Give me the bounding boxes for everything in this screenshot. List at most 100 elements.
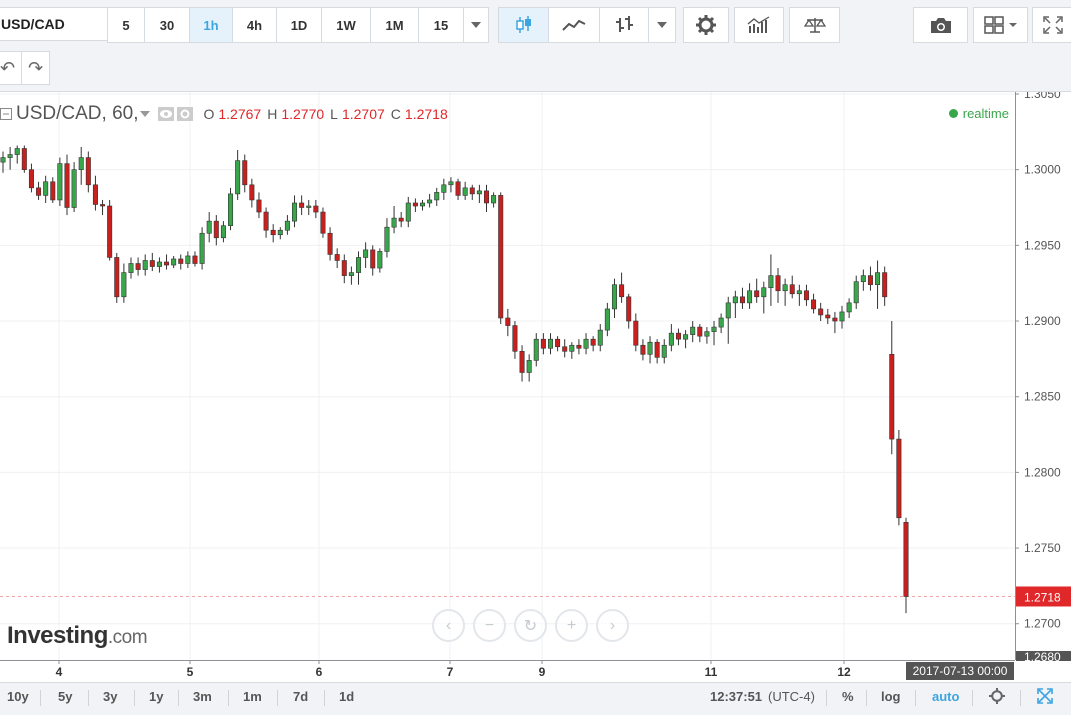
chart-area[interactable]: 1.3050 1.3000 1.2950 1.2900 1.2850 1.2800 1.27… [0, 92, 1071, 682]
candle-body [348, 272, 354, 276]
range-3y[interactable]: 3y [103, 689, 117, 704]
candle-body [164, 261, 170, 266]
divider [324, 690, 325, 706]
range-1m[interactable]: 1m [243, 689, 262, 704]
candle-body [491, 195, 497, 204]
candle-body [512, 325, 518, 352]
symbol-search-input[interactable]: USD/CAD [0, 7, 108, 41]
interval-dropdown-button[interactable] [463, 7, 489, 43]
range-5y[interactable]: 5y [58, 689, 72, 704]
candle-body [789, 284, 795, 295]
candle-body [142, 260, 148, 270]
bars-style-button[interactable] [599, 7, 649, 43]
candle-body [576, 344, 582, 349]
redo-button[interactable]: ↷ [21, 51, 50, 85]
series-title: USD/CAD, 60, [16, 103, 139, 124]
candle-body [483, 190, 490, 204]
candle-body [562, 346, 568, 352]
divider [134, 690, 135, 706]
snapshot-button[interactable] [913, 7, 968, 43]
candle-body [242, 160, 248, 186]
fullscreen-button[interactable] [1032, 7, 1071, 43]
indicators-button[interactable] [734, 7, 784, 43]
gear-icon [696, 15, 716, 35]
timezone-selector[interactable]: (UTC-4) [768, 689, 815, 704]
area-style-button[interactable] [548, 7, 600, 43]
divider [228, 690, 229, 706]
candle-body [732, 296, 738, 304]
candle-body [135, 263, 141, 270]
candle-body [448, 181, 454, 186]
interval-1m[interactable]: 1M [370, 7, 419, 43]
reset-button[interactable]: ↻ [514, 609, 547, 642]
zoom-in-button[interactable]: + [555, 609, 588, 642]
reset-icon: ↻ [523, 617, 538, 635]
candle-body [476, 190, 482, 195]
candle-body [519, 350, 525, 373]
ohlc-bars-icon [616, 16, 633, 32]
x-tick-label: 11 [705, 665, 718, 679]
candle-body [121, 272, 127, 298]
scroll-left-button[interactable]: ‹ [432, 609, 465, 642]
candle-body [377, 251, 383, 269]
caret-down-icon[interactable] [140, 111, 151, 117]
candle-body [292, 202, 298, 222]
candles-style-button[interactable] [498, 7, 549, 43]
candle-body [903, 522, 909, 597]
candle-body [85, 157, 91, 186]
candle-body [434, 192, 440, 201]
candle-body [462, 187, 468, 196]
divider [88, 690, 89, 706]
interval-1d[interactable]: 1D [276, 7, 322, 43]
redo-icon: ↷ [27, 57, 44, 78]
settings-button[interactable] [683, 7, 729, 43]
candle-body [754, 290, 760, 298]
interval-1w[interactable]: 1W [321, 7, 371, 43]
range-1y[interactable]: 1y [149, 689, 163, 704]
scroll-right-button[interactable]: › [596, 609, 629, 642]
range-7d[interactable]: 7d [293, 689, 308, 704]
candle-body [384, 226, 390, 252]
candle-body [78, 157, 84, 170]
x-tick-label: 5 [187, 665, 194, 679]
interval-4h[interactable]: 4h [232, 7, 277, 43]
candle-body [505, 317, 511, 326]
price-chart[interactable]: 1.3050 1.3000 1.2950 1.2900 1.2850 1.2800 1.27… [0, 92, 1071, 682]
divider [915, 690, 916, 706]
chart-style-dropdown[interactable] [648, 7, 676, 43]
logo-suffix: .com [107, 627, 148, 648]
fit-screen-button[interactable] [1037, 688, 1053, 707]
auto-scale-toggle[interactable]: auto [932, 689, 959, 704]
interval-30[interactable]: 30 [144, 7, 190, 43]
eye-icon[interactable] [158, 107, 175, 121]
candle-body [782, 284, 788, 292]
candle-body [882, 272, 888, 298]
zoom-out-button[interactable]: − [473, 609, 506, 642]
layout-button[interactable] [973, 7, 1028, 43]
candle-body [235, 160, 241, 195]
interval-15[interactable]: 15 [418, 7, 464, 43]
collapse-icon[interactable] [0, 108, 12, 120]
interval-5[interactable]: 5 [107, 7, 145, 43]
low-value: 1.2707 [341, 106, 385, 122]
candle-body [889, 354, 895, 440]
interval-1h[interactable]: 1h [189, 7, 233, 43]
clock-time: 12:37:51 [710, 689, 763, 704]
candle-body [611, 284, 617, 310]
range-1d[interactable]: 1d [339, 689, 354, 704]
percent-scale-toggle[interactable]: % [842, 689, 854, 704]
gear-icon[interactable] [177, 107, 194, 121]
chevron-left-icon: ‹ [445, 616, 452, 634]
y-tick-label: 1.2900 [1024, 314, 1061, 328]
range-10y[interactable]: 10y [7, 689, 29, 704]
top-toolbar: USD/CAD 5 30 1h 4h 1D 1W 1M 15 ↶ ↷ [0, 0, 1071, 92]
compare-button[interactable] [789, 7, 840, 43]
candle-body [455, 181, 461, 196]
candle-body [860, 275, 866, 282]
undo-button[interactable]: ↶ [0, 51, 22, 85]
low-label: L [330, 106, 338, 122]
log-scale-toggle[interactable]: log [881, 689, 901, 704]
range-3m[interactable]: 3m [193, 689, 212, 704]
balance-scale-icon [803, 18, 826, 33]
scale-settings-button[interactable] [989, 688, 1005, 707]
